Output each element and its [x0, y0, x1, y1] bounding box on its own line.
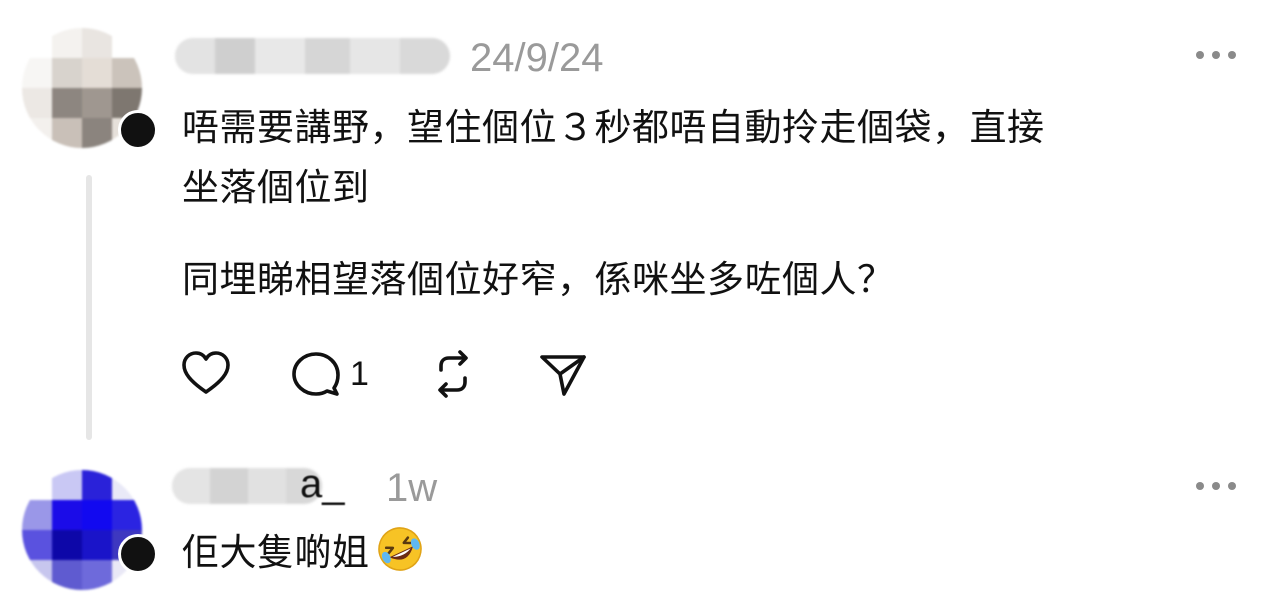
- timestamp: 24/9/24: [470, 36, 604, 80]
- username[interactable]: [175, 38, 450, 74]
- comment-icon: [292, 352, 340, 396]
- comment-text: 唔需要講野，望住個位３秒都唔自動拎走個袋，直接 坐落個位到 同埋睇相望落個位好窄…: [182, 98, 1045, 310]
- repost-icon: [438, 350, 468, 398]
- avatar[interactable]: [22, 470, 142, 590]
- follow-badge-icon[interactable]: [118, 110, 158, 150]
- share-button[interactable]: [537, 348, 589, 400]
- send-icon: [540, 355, 586, 396]
- more-options-icon[interactable]: [1196, 480, 1236, 492]
- reply-count: 1: [350, 354, 369, 393]
- thread-connector-line: [86, 175, 92, 440]
- action-bar: 1: [180, 348, 647, 400]
- more-options-icon[interactable]: [1196, 49, 1236, 61]
- comment-paragraph: 同埋睇相望落個位好窄，係咪坐多咗個人？: [182, 258, 895, 301]
- comment-paragraph: 唔需要講野，望住個位３秒都唔自動拎走個袋，直接: [182, 106, 1045, 149]
- heart-icon: [182, 351, 230, 394]
- rolling-on-floor-laughing-emoji: [377, 527, 422, 571]
- reply-button[interactable]: 1: [290, 348, 369, 400]
- like-button[interactable]: [180, 348, 232, 400]
- comment-paragraph: 佢大隻啲姐: [182, 531, 370, 574]
- comment-text: 佢大隻啲姐: [182, 523, 424, 583]
- timestamp: 1w: [386, 466, 438, 510]
- repost-button[interactable]: [427, 348, 479, 400]
- follow-badge-icon[interactable]: [118, 534, 158, 574]
- comment-paragraph: 坐落個位到: [182, 166, 370, 209]
- username-suffix[interactable]: a_: [300, 462, 345, 507]
